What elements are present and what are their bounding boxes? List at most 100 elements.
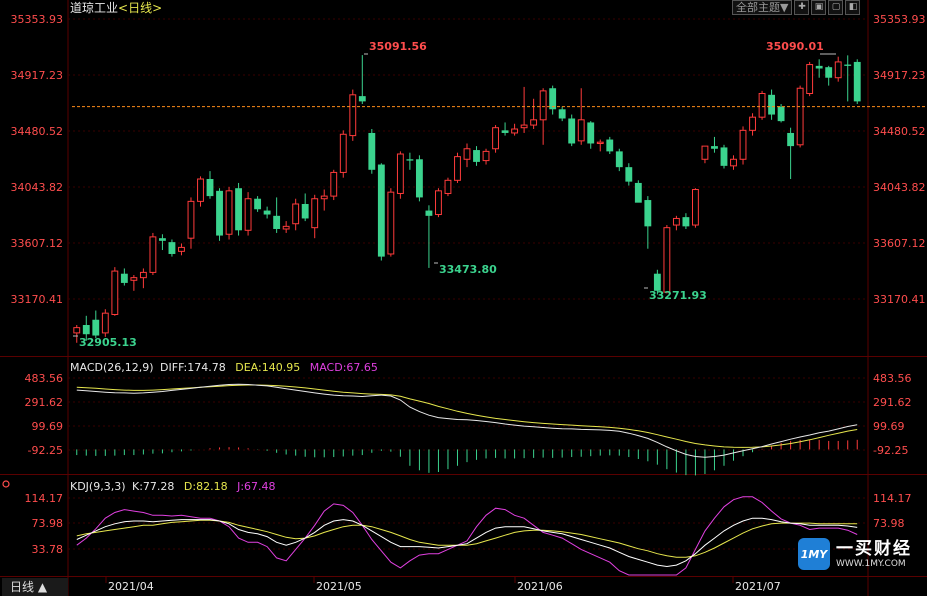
candle-body-down <box>644 200 652 227</box>
kdj-tick-left: 114.17 <box>25 492 64 505</box>
theme-dropdown[interactable]: 全部主题▼ <box>732 0 793 15</box>
macd-tick-left: 483.56 <box>25 372 64 385</box>
crosshair-icon[interactable]: ✚ <box>794 0 810 15</box>
price-tick-right: 33170.41 <box>873 293 926 306</box>
x-axis-label: 2021/05 <box>316 580 362 593</box>
macd-value-label: MACD:67.65 <box>310 361 378 374</box>
candle-body-up <box>730 158 737 167</box>
annotation-high1: 35091.56 <box>369 40 427 53</box>
price-tick-right: 34917.23 <box>873 69 926 82</box>
candle-body-up <box>806 64 814 94</box>
candle-body-up <box>197 178 204 202</box>
candle-body-up <box>834 61 842 79</box>
candle-body-down <box>587 122 595 144</box>
candle-body-up <box>758 93 766 118</box>
price-tick-left: 34480.52 <box>11 125 64 138</box>
candle-body-down <box>377 164 385 257</box>
chart-frame <box>0 0 927 596</box>
price-tick-right: 34043.82 <box>873 181 926 194</box>
logo-badge-icon: 1MY <box>798 538 830 570</box>
candle-body-up <box>596 141 604 144</box>
candle-body-down <box>558 109 566 119</box>
candle-body-down <box>825 67 833 78</box>
candle-body-up <box>739 129 747 160</box>
kdj-tick-right: 73.98 <box>873 517 905 530</box>
candle-body-down <box>777 106 785 122</box>
candle-body-down <box>815 65 823 69</box>
price-tick-left: 33170.41 <box>11 293 64 306</box>
candle-body-down <box>634 182 642 203</box>
candle-body-up <box>139 271 147 279</box>
annotation-low2: 33473.80 <box>439 263 497 276</box>
dea-line <box>76 384 858 448</box>
candle-body-up <box>339 133 347 173</box>
macd-tick-right: 291.62 <box>873 396 912 409</box>
x-axis-label: 2021/06 <box>517 580 563 593</box>
candle-body-up <box>539 90 547 121</box>
zoom-in-icon[interactable]: ▣ <box>811 0 827 15</box>
logo-name: 一买财经 <box>836 538 912 559</box>
candle-body-down <box>358 96 366 102</box>
price-tick-left: 35353.93 <box>11 13 64 26</box>
candle-body-down <box>625 167 633 182</box>
macd-tick-left: 291.62 <box>25 396 64 409</box>
kdj-label: KDJ(9,3,3) <box>70 480 126 493</box>
candle-body-up <box>796 87 804 146</box>
grid-lines <box>68 18 868 550</box>
candle-body-up <box>387 191 395 255</box>
candle-body-down <box>415 159 423 198</box>
kdj-tick-right: 114.17 <box>873 492 912 505</box>
labels-layer: 道琼工业<日线> 35353.93 34917.23 34480.52 3404… <box>2 0 926 593</box>
candle-body-up <box>101 312 109 334</box>
macd-tick-left: 99.69 <box>32 420 64 433</box>
period-selector[interactable]: 日线 ▲ <box>2 578 68 596</box>
candle-body-up <box>292 203 300 225</box>
candle-body-up <box>320 195 328 200</box>
kdj-layer <box>76 496 858 576</box>
candles-layer <box>73 55 861 343</box>
macd-tick-right: 99.69 <box>873 420 905 433</box>
candle-body-up <box>530 119 538 126</box>
diff-line <box>76 383 858 458</box>
price-tick-left: 33607.12 <box>11 237 64 250</box>
candle-body-up <box>349 94 357 137</box>
kdj-tick-left: 73.98 <box>32 517 64 530</box>
candle-body-down <box>768 94 776 115</box>
candle-body-up <box>520 124 528 129</box>
candle-body-up <box>187 200 195 239</box>
candle-body-down <box>473 150 480 162</box>
candle-body-up <box>672 217 680 226</box>
macd-tick-right: -92.25 <box>873 444 908 457</box>
candle-body-down <box>501 130 509 133</box>
x-axis-label: 2021/07 <box>735 580 781 593</box>
price-tick-right: 35353.93 <box>873 13 926 26</box>
candle-body-down <box>844 64 852 66</box>
candle-body-up <box>330 171 338 197</box>
price-tick-right: 33607.12 <box>873 237 926 250</box>
candle-body-down <box>92 319 100 336</box>
title-text: 道琼工业 <box>70 0 118 15</box>
candle-body-down <box>263 210 271 215</box>
candle-body-up <box>454 156 461 181</box>
candle-body-down <box>682 217 690 227</box>
candle-body-down <box>568 118 576 144</box>
zoom-out-icon[interactable]: ▢ <box>828 0 844 15</box>
candle-body-up <box>396 153 404 194</box>
stock-chart[interactable]: 道琼工业<日线> 35353.93 34917.23 34480.52 3404… <box>0 0 927 596</box>
macd-layer <box>76 383 858 476</box>
kdj-k-label: K:77.28 <box>132 480 174 493</box>
prev-icon[interactable]: ◧ <box>845 0 861 15</box>
candle-body-down <box>120 273 128 283</box>
candle-body-up <box>311 198 319 229</box>
annotation-low1: 32905.13 <box>79 336 137 349</box>
candle-body-down <box>615 151 623 168</box>
candle-body-up <box>444 179 452 194</box>
candle-body-up <box>435 190 442 216</box>
candle-body-down <box>606 139 614 152</box>
candle-body-up <box>244 198 252 231</box>
price-tick-right: 34480.52 <box>873 125 926 138</box>
candle-body-down <box>158 238 166 241</box>
candle-body-up <box>663 227 671 293</box>
candle-body-down <box>711 146 718 149</box>
candle-body-down <box>254 198 262 210</box>
